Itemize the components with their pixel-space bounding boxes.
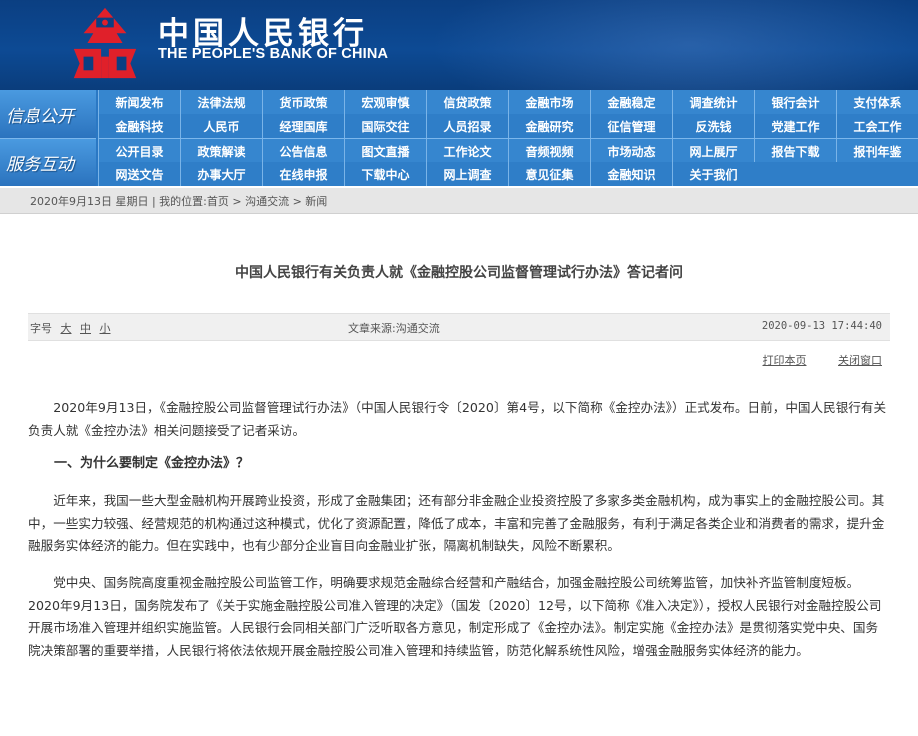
font-size-large[interactable]: 大 (61, 322, 72, 335)
nav-item[interactable]: 金融市场 (508, 90, 590, 114)
pboc-logo-icon[interactable] (66, 4, 144, 82)
nav-item[interactable]: 工作论文 (426, 139, 508, 163)
site-banner: 中国人民银行 THE PEOPLE'S BANK OF CHINA (0, 0, 918, 90)
font-size-small[interactable]: 小 (100, 322, 111, 335)
site-title-en: THE PEOPLE'S BANK OF CHINA (158, 46, 389, 62)
nav-item[interactable]: 政策解读 (180, 139, 262, 163)
nav-item[interactable]: 意见征集 (508, 162, 590, 186)
nav-item[interactable]: 经理国库 (262, 114, 344, 138)
nav-item[interactable]: 金融知识 (590, 162, 672, 186)
nav-item[interactable]: 法律法规 (180, 90, 262, 114)
nav-row-1: 新闻发布 法律法规 货币政策 宏观审慎 信贷政策 金融市场 金融稳定 调查统计 … (98, 90, 918, 114)
nav-item[interactable]: 宏观审慎 (344, 90, 426, 114)
nav-item[interactable]: 征信管理 (590, 114, 672, 138)
article-paragraph: 党中央、国务院高度重视金融控股公司监管工作，明确要求规范金融综合经营和产融结合，… (28, 574, 882, 658)
nav-item[interactable]: 音频视频 (508, 139, 590, 163)
nav-item[interactable]: 网送文告 (98, 162, 180, 186)
nav-item[interactable]: 报告下载 (754, 139, 836, 163)
nav-item[interactable]: 工会工作 (836, 114, 918, 138)
nav-row-2: 金融科技 人民币 经理国库 国际交往 人员招录 金融研究 征信管理 反洗钱 党建… (98, 114, 918, 138)
nav-item[interactable]: 办事大厅 (180, 162, 262, 186)
article-source: 文章来源:沟通交流 (348, 322, 440, 335)
main-nav: 信息公开 服务互动 新闻发布 法律法规 货币政策 宏观审慎 信贷政策 金融市场 … (0, 90, 918, 186)
nav-item[interactable]: 公开目录 (98, 139, 180, 163)
nav-item[interactable]: 网上展厅 (672, 139, 754, 163)
font-size-selector: 字号 大 中 小 (30, 320, 116, 336)
font-size-label: 字号 (30, 322, 52, 335)
article-date: 2020-09-13 17:44:40 (761, 320, 882, 332)
nav-row-4: 网送文告 办事大厅 在线申报 下载中心 网上调查 意见征集 金融知识 关于我们 (98, 162, 918, 186)
print-page-link[interactable]: 打印本页 (763, 354, 807, 367)
nav-item[interactable]: 图文直播 (344, 139, 426, 163)
nav-item[interactable]: 网上调查 (426, 162, 508, 186)
nav-item[interactable]: 党建工作 (754, 114, 836, 138)
article-heading: 一、为什么要制定《金控办法》？ (54, 456, 250, 472)
nav-item[interactable]: 反洗钱 (672, 114, 754, 138)
nav-item[interactable]: 在线申报 (262, 162, 344, 186)
nav-section-info-disclosure: 信息公开 (0, 90, 96, 138)
nav-item[interactable]: 新闻发布 (98, 90, 180, 114)
article-tools: 打印本页 关闭窗口 (735, 352, 883, 368)
nav-item[interactable]: 银行会计 (754, 90, 836, 114)
article-title: 中国人民银行有关负责人就《金融控股公司监督管理试行办法》答记者问 (235, 265, 683, 281)
nav-item[interactable]: 人员招录 (426, 114, 508, 138)
article-info-bar: 字号 大 中 小 文章来源:沟通交流 2020-09-13 17:44:40 (28, 313, 890, 341)
nav-item[interactable]: 调查统计 (672, 90, 754, 114)
nav-item[interactable]: 下载中心 (344, 162, 426, 186)
nav-item[interactable]: 报刊年鉴 (836, 139, 918, 163)
nav-item[interactable]: 信贷政策 (426, 90, 508, 114)
banner-glow (430, 0, 918, 90)
nav-grid: 新闻发布 法律法规 货币政策 宏观审慎 信贷政策 金融市场 金融稳定 调查统计 … (98, 90, 918, 186)
font-size-medium[interactable]: 中 (80, 322, 91, 335)
nav-item[interactable]: 市场动态 (590, 139, 672, 163)
nav-item[interactable]: 关于我们 (672, 162, 754, 186)
breadcrumb[interactable]: 2020年9月13日 星期日 | 我的位置:首页 > 沟通交流 > 新闻 (30, 193, 327, 209)
nav-item[interactable]: 货币政策 (262, 90, 344, 114)
nav-item[interactable]: 人民币 (180, 114, 262, 138)
nav-row-3: 公开目录 政策解读 公告信息 图文直播 工作论文 音频视频 市场动态 网上展厅 … (98, 138, 918, 163)
article-paragraph: 2020年9月13日，《金融控股公司监督管理试行办法》（中国人民银行令〔2020… (28, 400, 887, 438)
nav-item[interactable]: 支付体系 (836, 90, 918, 114)
nav-item[interactable]: 金融稳定 (590, 90, 672, 114)
article-body: 2020年9月13日，《金融控股公司监督管理试行办法》（中国人民银行令〔2020… (28, 397, 890, 676)
nav-section-service-interaction: 服务互动 (0, 138, 96, 186)
nav-item[interactable]: 金融科技 (98, 114, 180, 138)
close-window-link[interactable]: 关闭窗口 (838, 354, 882, 367)
article-paragraph: 近年来，我国一些大型金融机构开展跨业投资，形成了金融集团；还有部分非金融企业投资… (28, 493, 885, 554)
nav-item[interactable]: 公告信息 (262, 139, 344, 163)
breadcrumb-bar: 2020年9月13日 星期日 | 我的位置:首页 > 沟通交流 > 新闻 (0, 188, 918, 214)
nav-item[interactable]: 国际交往 (344, 114, 426, 138)
nav-item[interactable]: 金融研究 (508, 114, 590, 138)
